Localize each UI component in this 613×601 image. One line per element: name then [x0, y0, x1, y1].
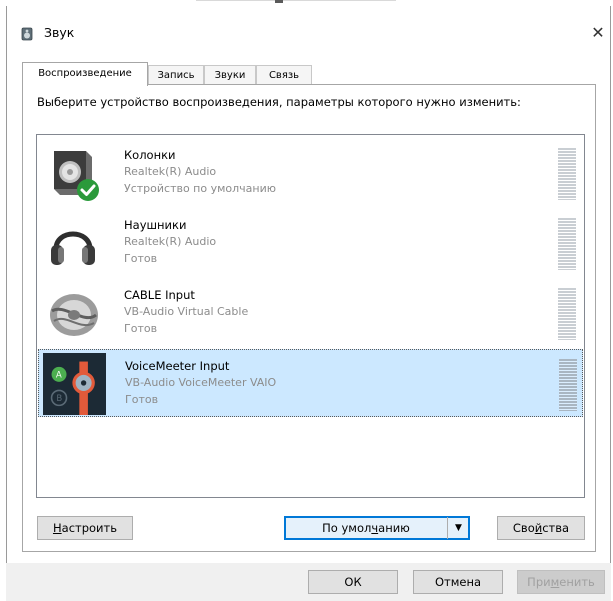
device-name: VoiceMeeter Input	[125, 359, 230, 373]
close-button[interactable]: ✕	[584, 18, 612, 46]
configure-button[interactable]: Настроить	[37, 516, 133, 540]
device-row-voicemeeter-input[interactable]: A B VoiceMeeter Input VB-Audio VoiceMeet…	[38, 349, 583, 417]
level-meter	[558, 148, 576, 200]
device-row-cable-input[interactable]: CABLE Input VB-Audio Virtual Cable Готов	[38, 279, 583, 347]
svg-text:A: A	[56, 371, 62, 381]
background-mark	[275, 0, 283, 3]
background-divider	[196, 0, 396, 1]
device-driver: VB-Audio VoiceMeeter VAIO	[125, 376, 277, 389]
sound-app-icon	[21, 27, 33, 41]
svg-text:B: B	[56, 394, 62, 404]
window-title: Звук	[44, 25, 75, 40]
device-row-speakers[interactable]: Колонки Realtek(R) Audio Устройство по у…	[38, 139, 583, 207]
default-check-badge	[77, 179, 99, 201]
tab-sounds[interactable]: Звуки	[204, 65, 256, 85]
device-name: Колонки	[124, 148, 176, 162]
instruction-text: Выберите устройство воспроизведения, пар…	[37, 95, 521, 109]
device-row-headphones[interactable]: Наушники Realtek(R) Audio Готов	[38, 209, 583, 277]
level-meter	[558, 218, 576, 270]
device-driver: Realtek(R) Audio	[124, 235, 217, 248]
device-name: Наушники	[124, 218, 187, 232]
properties-button[interactable]: Свойства	[497, 516, 585, 540]
voicemeeter-icon: A B	[43, 353, 106, 415]
apply-button[interactable]: Применить	[517, 570, 605, 594]
device-status: Устройство по умолчанию	[124, 182, 277, 195]
device-driver: VB-Audio Virtual Cable	[124, 305, 249, 318]
set-default-button[interactable]: По умолчанию ▼	[284, 516, 470, 540]
level-meter	[558, 288, 576, 340]
cable-icon	[50, 294, 98, 336]
speaker-icon	[54, 151, 99, 201]
device-name: CABLE Input	[124, 288, 195, 302]
close-icon: ✕	[591, 22, 605, 42]
device-driver: Realtek(R) Audio	[124, 165, 217, 178]
device-status: Готов	[125, 393, 159, 406]
device-status: Готов	[124, 252, 158, 265]
tab-communications[interactable]: Связь	[256, 65, 312, 85]
device-list[interactable]: Колонки Realtek(R) Audio Устройство по у…	[36, 134, 585, 498]
tab-playback[interactable]: Воспроизведение	[22, 62, 148, 86]
ok-button[interactable]: ОК	[308, 570, 398, 594]
device-status: Готов	[124, 322, 158, 335]
headphones-icon	[51, 231, 95, 265]
tab-recording[interactable]: Запись	[148, 65, 204, 85]
level-meter	[559, 359, 577, 411]
dropdown-arrow-icon[interactable]: ▼	[447, 517, 469, 539]
cancel-button[interactable]: Отмена	[413, 570, 503, 594]
